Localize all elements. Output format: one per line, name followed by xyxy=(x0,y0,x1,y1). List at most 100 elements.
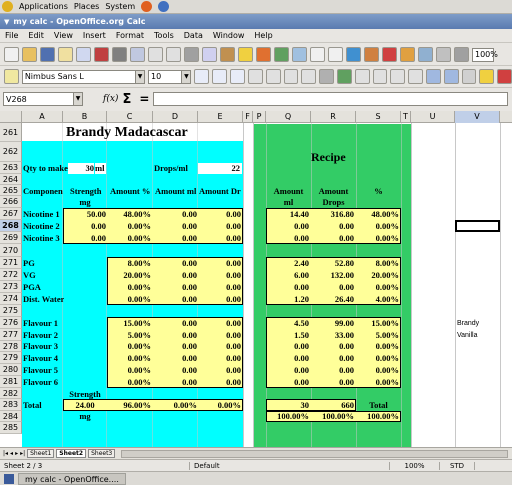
total-d[interactable]: 0.00% xyxy=(153,400,197,411)
flav5-q[interactable]: 0.00 xyxy=(266,365,309,376)
vg-ml[interactable]: 0.00 xyxy=(153,270,197,281)
col-header-s[interactable]: S xyxy=(356,111,401,123)
justify-icon[interactable] xyxy=(301,69,317,84)
col-header-e[interactable]: E xyxy=(198,111,243,123)
col-header-r[interactable]: R xyxy=(311,111,356,123)
flav6-s[interactable]: 0.00% xyxy=(356,377,399,388)
sum-icon[interactable]: Σ xyxy=(122,92,131,107)
flav3-dr[interactable]: 0.00 xyxy=(198,341,241,352)
styles-icon[interactable] xyxy=(4,69,19,84)
flav1-note[interactable]: Brandy xyxy=(457,318,479,329)
horizontal-scrollbar[interactable] xyxy=(121,449,508,458)
row-header[interactable]: 283 xyxy=(0,399,22,411)
flav1-dr[interactable]: 0.00 xyxy=(198,318,241,329)
row-header[interactable]: 265 xyxy=(0,185,22,196)
places-menu[interactable]: Places xyxy=(74,2,99,11)
flav6-ml[interactable]: 0.00 xyxy=(153,377,197,388)
menu-file[interactable]: File xyxy=(5,31,18,40)
chart-icon[interactable] xyxy=(346,47,361,62)
total-r[interactable]: 660 xyxy=(311,400,354,411)
hyperlink-icon[interactable] xyxy=(292,47,307,62)
flav4-r[interactable]: 0.00 xyxy=(311,353,354,364)
align-center-icon[interactable] xyxy=(265,69,281,84)
total-q[interactable]: 30 xyxy=(266,400,310,411)
row-header[interactable]: 281 xyxy=(0,376,22,388)
menu-edit[interactable]: Edit xyxy=(28,31,44,40)
spellcheck-icon[interactable] xyxy=(148,47,163,62)
sort-desc-icon[interactable] xyxy=(328,47,343,62)
flav6-q[interactable]: 0.00 xyxy=(266,377,309,388)
background-color-icon[interactable] xyxy=(479,69,495,84)
formula-input[interactable] xyxy=(153,92,508,106)
taskbar-window-button[interactable]: my calc - OpenOffice.... xyxy=(18,472,126,485)
chevron-down-icon[interactable]: ▼ xyxy=(181,70,191,83)
tab-sheet3[interactable]: Sheet3 xyxy=(88,449,116,458)
col-header-a[interactable]: A xyxy=(22,111,63,123)
flav5-s[interactable]: 0.00% xyxy=(356,365,399,376)
flav2-r[interactable]: 33.00 xyxy=(311,330,354,341)
row-header[interactable]: 269 xyxy=(0,232,22,244)
nic3-pct[interactable]: 0.00% xyxy=(107,233,151,244)
zoom-icon[interactable] xyxy=(454,47,469,62)
total-pct[interactable]: 96.00% xyxy=(107,400,151,411)
row-header[interactable]: 268 xyxy=(0,220,22,232)
pga-s[interactable]: 0.00% xyxy=(356,282,399,293)
selected-cell-cursor[interactable] xyxy=(455,220,500,232)
row-header[interactable]: 276 xyxy=(0,317,22,329)
nic2-dr[interactable]: 0.00 xyxy=(198,221,241,232)
col-header-v[interactable]: V xyxy=(455,111,500,123)
align-right-icon[interactable] xyxy=(283,69,299,84)
standard-format-icon[interactable] xyxy=(372,69,388,84)
export-pdf-icon[interactable] xyxy=(94,47,109,62)
window-titlebar[interactable]: ▼ my calc - OpenOffice.org Calc xyxy=(0,14,512,29)
flav3-ml[interactable]: 0.00 xyxy=(153,341,197,352)
col-header-d[interactable]: D xyxy=(153,111,198,123)
find-icon[interactable] xyxy=(382,47,397,62)
menu-view[interactable]: View xyxy=(54,31,73,40)
row-header[interactable]: 263 xyxy=(0,162,22,174)
copy-icon[interactable] xyxy=(202,47,217,62)
drops-value[interactable]: 22 xyxy=(198,163,242,174)
menu-tools[interactable]: Tools xyxy=(154,31,174,40)
pga-r[interactable]: 0.00 xyxy=(311,282,354,293)
row-header[interactable]: 261 xyxy=(0,123,22,142)
chevron-down-icon[interactable]: ▼ xyxy=(135,70,145,83)
next-sheet-icon[interactable]: ▸ xyxy=(15,450,18,457)
datasource-icon[interactable] xyxy=(436,47,451,62)
paste-icon[interactable] xyxy=(220,47,235,62)
vg-pct[interactable]: 20.00% xyxy=(107,270,151,281)
print-preview-icon[interactable] xyxy=(130,47,145,62)
row-header[interactable]: 285 xyxy=(0,422,22,434)
flav2-pct[interactable]: 5.00% xyxy=(107,330,151,341)
flav4-s[interactable]: 0.00% xyxy=(356,353,399,364)
nic2-strength[interactable]: 0.00 xyxy=(63,221,106,232)
font-name-combo[interactable]: Nimbus Sans L ▼ xyxy=(21,69,146,84)
pga-pct[interactable]: 0.00% xyxy=(107,282,151,293)
thunderbird-icon[interactable] xyxy=(158,1,170,12)
flav4-q[interactable]: 0.00 xyxy=(266,353,309,364)
vg-s[interactable]: 20.00% xyxy=(356,270,399,281)
currency-icon[interactable] xyxy=(336,69,352,84)
tab-sheet1[interactable]: Sheet1 xyxy=(27,449,55,458)
row-header[interactable]: 262 xyxy=(0,142,22,162)
zoom-status[interactable]: 100% xyxy=(390,461,440,470)
save-icon[interactable] xyxy=(40,47,55,62)
row-header[interactable]: 278 xyxy=(0,341,22,352)
nic1-ml[interactable]: 0.00 xyxy=(153,209,197,220)
gallery-icon[interactable] xyxy=(418,47,433,62)
flav1-pct[interactable]: 15.00% xyxy=(107,318,151,329)
total-strength[interactable]: 24.00 xyxy=(63,400,107,411)
nic3-q[interactable]: 0.00 xyxy=(266,233,309,244)
nic3-ml[interactable]: 0.00 xyxy=(153,233,197,244)
row-header[interactable]: 273 xyxy=(0,281,22,293)
row-header[interactable]: 267 xyxy=(0,208,22,220)
nic2-s[interactable]: 0.00% xyxy=(356,221,399,232)
decrease-indent-icon[interactable] xyxy=(426,69,441,84)
col-header-t[interactable]: T xyxy=(401,111,411,123)
vg-q[interactable]: 6.00 xyxy=(266,270,309,281)
sort-asc-icon[interactable] xyxy=(310,47,325,62)
draw-icon[interactable] xyxy=(364,47,379,62)
nic3-s[interactable]: 0.00% xyxy=(356,233,399,244)
nic3-dr[interactable]: 0.00 xyxy=(198,233,241,244)
flav5-ml[interactable]: 0.00 xyxy=(153,365,197,376)
